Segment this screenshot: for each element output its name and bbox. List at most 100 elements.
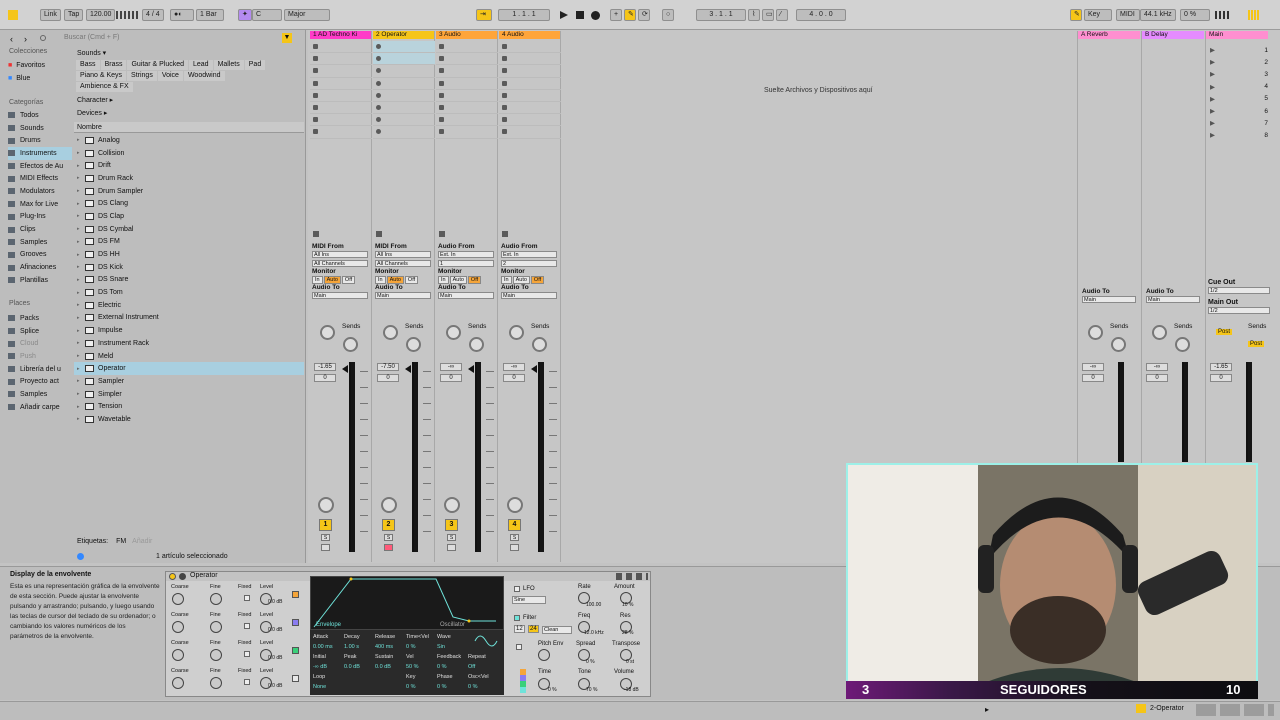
clip-stop-icon[interactable] <box>502 80 507 86</box>
track-header[interactable]: 2 Operator <box>373 31 434 39</box>
expand-arrow-icon[interactable]: ▸ <box>77 353 85 359</box>
clip-slot[interactable] <box>436 114 498 127</box>
filter-icon[interactable]: ▼ <box>282 33 292 43</box>
scene-play-icon[interactable]: ▶ <box>1210 131 1215 139</box>
pan-value[interactable]: 0 <box>1082 374 1104 382</box>
arm-button[interactable] <box>384 544 393 551</box>
volume-value[interactable]: -∞ <box>440 363 462 371</box>
fine-knob[interactable] <box>210 593 222 605</box>
fixed-checkbox[interactable] <box>244 595 250 601</box>
clip-stop-icon[interactable] <box>376 129 381 135</box>
clip-slot[interactable] <box>373 78 435 90</box>
peak-value[interactable]: 0.0 dB <box>344 662 375 672</box>
release-value[interactable]: 400 ms <box>375 642 406 652</box>
category-item[interactable]: Todos <box>8 109 72 122</box>
monitor-option-button[interactable]: Auto <box>449 276 467 284</box>
monitor-option-button[interactable]: In <box>438 276 449 284</box>
clip-slot[interactable] <box>373 90 435 102</box>
post-button[interactable]: Post <box>1248 341 1265 347</box>
return-track-header[interactable]: Main <box>1206 31 1268 39</box>
view-toggle-icons[interactable] <box>1196 704 1274 716</box>
forward-icon[interactable]: › <box>24 34 27 44</box>
category-item[interactable]: Sounds <box>8 122 72 135</box>
expand-arrow-icon[interactable]: ▸ <box>77 416 85 422</box>
browser-item[interactable]: ▸ Wavetable <box>74 413 304 426</box>
clip-stop-icon[interactable] <box>439 44 444 50</box>
sound-tag[interactable]: Woodwind <box>183 71 225 81</box>
monitor-option-button[interactable]: Auto <box>512 276 530 284</box>
clip-slot[interactable] <box>373 114 435 127</box>
clip-slot[interactable] <box>310 53 372 66</box>
phase-value[interactable]: 0 % <box>437 682 468 692</box>
browser-item[interactable]: ▸ Meld <box>74 350 304 363</box>
post-button[interactable]: Post <box>1216 329 1233 335</box>
scene-launch-button[interactable]: ▶ 6 <box>1206 105 1272 117</box>
clip-stop-icon[interactable] <box>502 92 507 98</box>
scene-play-icon[interactable]: ▶ <box>1210 95 1215 103</box>
capture-icon[interactable]: ○ <box>662 9 674 21</box>
clip-slot[interactable] <box>436 65 498 78</box>
spacer[interactable] <box>375 682 406 692</box>
tap-button[interactable]: Tap <box>64 9 84 21</box>
coarse-knob[interactable] <box>172 649 184 661</box>
character-filter[interactable]: Character ▸ <box>77 96 113 104</box>
coarse-knob[interactable] <box>172 593 184 605</box>
scale-select[interactable]: Major <box>284 9 330 21</box>
repeat-value[interactable]: Off <box>468 662 499 672</box>
scene-play-icon[interactable]: ▶ <box>1210 107 1215 115</box>
browser-item[interactable]: ▸ Instrument Rack <box>74 337 304 350</box>
monitor-option-button[interactable]: Off <box>467 276 482 284</box>
browser-item[interactable]: ▸ Analog <box>74 134 304 147</box>
place-item[interactable]: Cloud <box>8 337 72 350</box>
input-type-select[interactable]: All Ins <box>312 251 368 258</box>
clip-stop-icon[interactable] <box>313 68 318 74</box>
loop-icon[interactable]: ⟳ <box>638 9 650 21</box>
clip-slot[interactable] <box>373 65 435 78</box>
cue-out-select[interactable]: 1/2 <box>1208 287 1270 294</box>
draw-mode-icon[interactable]: ⁄ <box>776 9 788 21</box>
monitor-option-button[interactable]: Off <box>404 276 419 284</box>
browser-item[interactable]: ▸ Operator <box>74 362 304 376</box>
clip-stop-icon[interactable] <box>502 129 507 135</box>
volume-fader[interactable] <box>405 365 411 373</box>
category-item[interactable]: Afinaciones <box>8 261 72 274</box>
clip-stop-icon[interactable] <box>313 56 318 62</box>
lfo-wave-select[interactable]: Sine <box>512 596 546 604</box>
track-header[interactable]: 4 Audio <box>499 31 560 39</box>
monitor-option-button[interactable]: In <box>312 276 323 284</box>
send-b-knob[interactable] <box>1175 337 1190 352</box>
coarse-knob[interactable] <box>172 621 184 633</box>
send-b-knob[interactable] <box>343 337 358 352</box>
place-item[interactable]: Packs <box>8 312 72 325</box>
oscillator-color-tab[interactable] <box>292 619 299 626</box>
pan-knob[interactable] <box>507 497 523 513</box>
punch-icon[interactable]: ⌇ <box>748 9 760 21</box>
expand-arrow-icon[interactable]: ▸ <box>77 201 85 207</box>
clip-stop-icon[interactable] <box>439 80 444 86</box>
volume-value[interactable]: -∞ <box>1082 363 1104 371</box>
send-a-knob[interactable] <box>1088 325 1103 340</box>
sustain-value[interactable]: 0.0 dB <box>375 662 406 672</box>
arm-button[interactable] <box>321 544 330 551</box>
monitor-option-button[interactable]: In <box>501 276 512 284</box>
browser-item[interactable]: ▸ DS Kick <box>74 261 304 274</box>
track-header[interactable]: 3 Audio <box>436 31 497 39</box>
oscillator-color-tab[interactable] <box>292 647 299 654</box>
attack-value[interactable]: 0.00 ms <box>313 642 344 652</box>
feedback-value[interactable]: 0 % <box>437 662 468 672</box>
selected-track-indicator[interactable] <box>1136 704 1146 713</box>
overdub-icon[interactable]: + <box>610 9 622 21</box>
clip-slot[interactable] <box>310 102 372 115</box>
back-icon[interactable]: ‹ <box>10 34 13 44</box>
category-item[interactable]: Drums <box>8 134 72 147</box>
expand-arrow-icon[interactable]: ▸ <box>77 391 85 397</box>
scale-icon[interactable]: ✦ <box>238 9 252 21</box>
sound-tag[interactable]: Mallets <box>213 60 244 70</box>
expand-arrow-icon[interactable]: ▸ <box>77 328 85 334</box>
spacer[interactable] <box>344 682 375 692</box>
solo-button[interactable]: S <box>510 534 519 541</box>
clip-slot[interactable] <box>436 126 498 139</box>
track-number-button[interactable]: 3 <box>445 519 458 531</box>
key-map-button[interactable]: Key <box>1084 9 1112 21</box>
pan-value[interactable]: 0 <box>377 374 399 382</box>
